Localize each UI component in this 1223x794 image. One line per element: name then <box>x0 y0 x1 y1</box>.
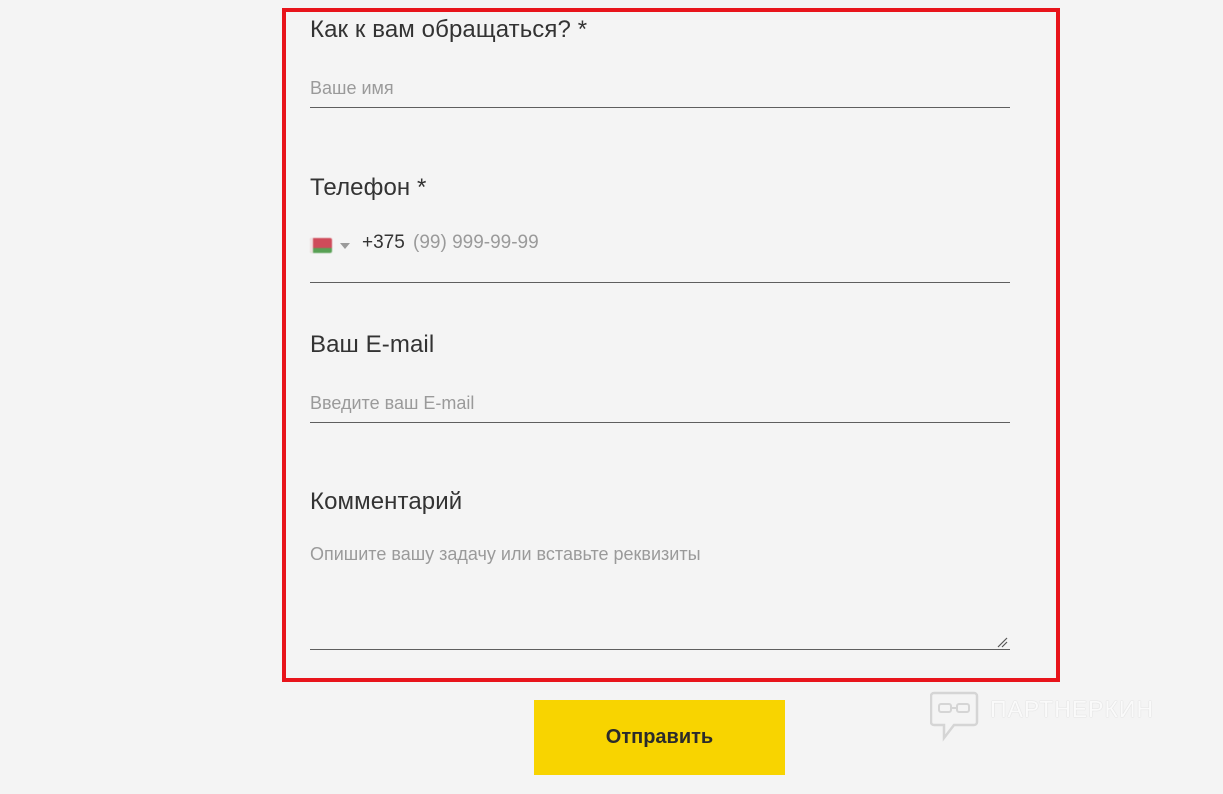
watermark-text: ПАРТНЕРКИН <box>990 696 1155 722</box>
phone-input[interactable]: +375 (99) 999-99-99 <box>310 226 1010 283</box>
phone-dial-code: +375 <box>362 232 405 253</box>
phone-mask-placeholder: (99) 999-99-99 <box>413 232 539 253</box>
submit-button[interactable]: Отправить <box>534 700 785 775</box>
phone-label: Телефон * <box>310 174 427 201</box>
comment-label: Комментарий <box>310 488 463 515</box>
name-label: Как к вам обращаться? * <box>310 16 588 43</box>
email-input[interactable] <box>310 384 1010 423</box>
resize-grip-icon[interactable] <box>996 636 1008 648</box>
chat-bubble-icon <box>930 691 979 742</box>
chevron-down-icon[interactable] <box>340 243 350 249</box>
comment-textarea[interactable] <box>310 544 1010 650</box>
email-label: Ваш E-mail <box>310 331 435 358</box>
belarus-flag-icon[interactable] <box>310 238 332 253</box>
name-input[interactable] <box>310 69 1010 108</box>
watermark: ПАРТНЕРКИН <box>930 690 1190 744</box>
